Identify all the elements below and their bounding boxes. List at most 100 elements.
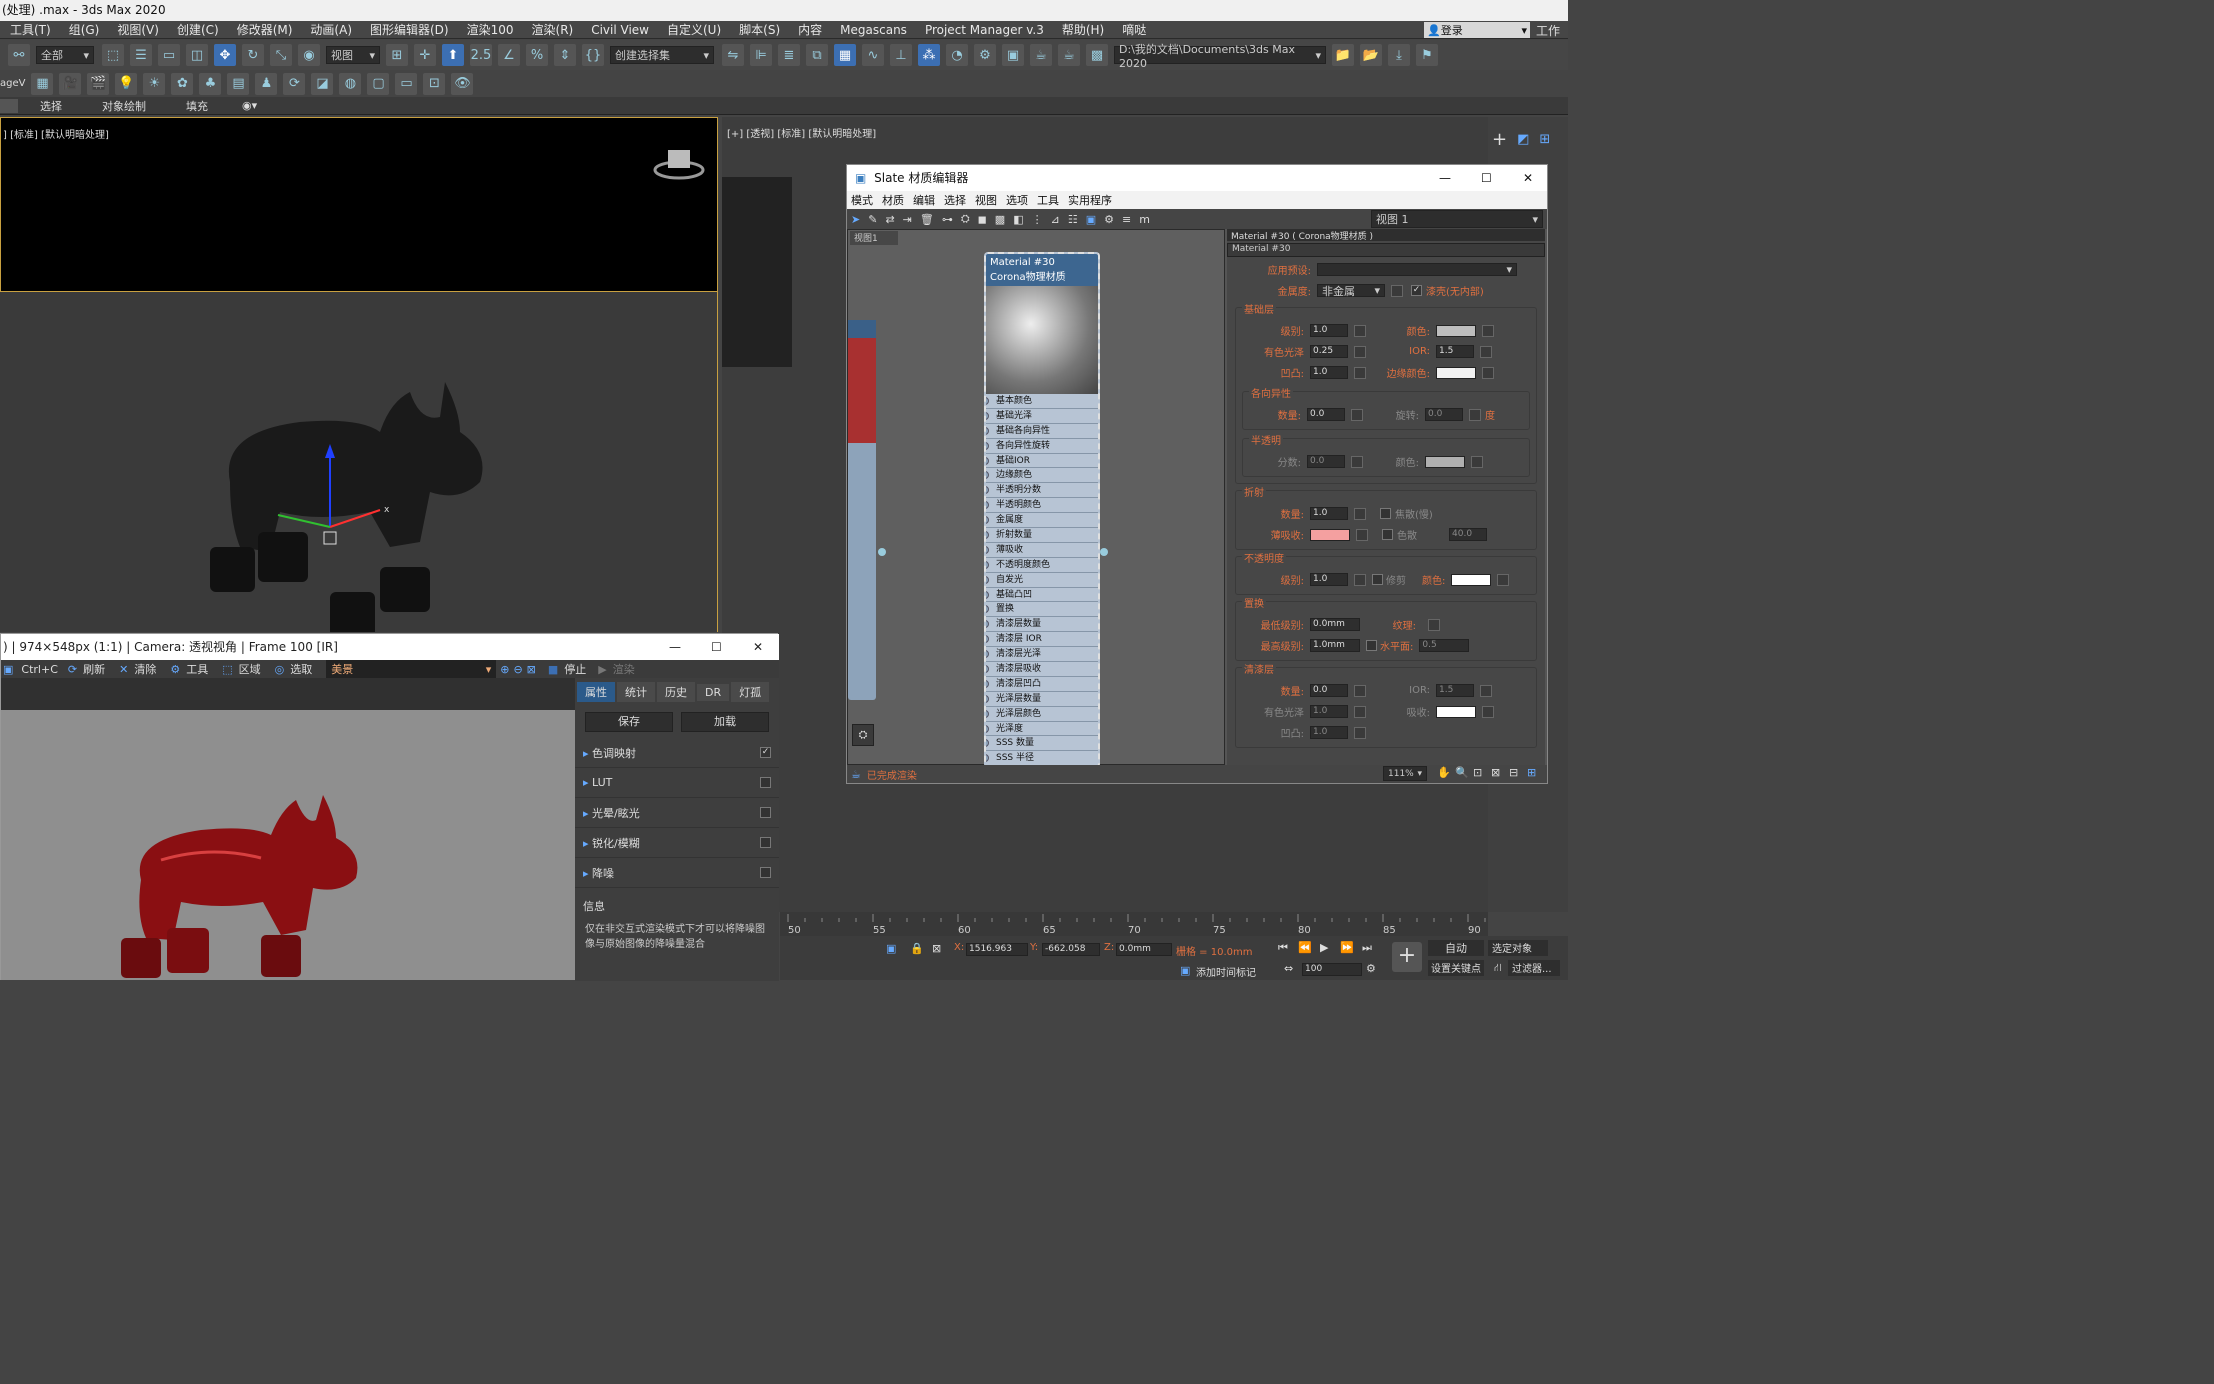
slot-input-pin[interactable] [986, 679, 989, 688]
dispersion-spinner[interactable]: 40.0 [1449, 528, 1487, 541]
menu-view[interactable]: 视图(V) [117, 21, 159, 38]
ribbon-options-icon[interactable]: ◉▾ [242, 99, 257, 112]
material-slot[interactable]: 基础光泽 [986, 409, 1098, 424]
slot-input-pin[interactable] [986, 516, 989, 525]
base-level-spinner[interactable]: 1.0 [1310, 324, 1348, 337]
render-production-icon[interactable]: ☕ [1030, 44, 1052, 66]
login-dropdown[interactable]: 👤 登录 ▾ [1424, 22, 1530, 38]
put-to-scene-icon[interactable]: ⇥ [903, 213, 912, 226]
bloom-checkbox[interactable] [760, 807, 771, 818]
navigator-icon[interactable]: ⛭ [852, 724, 874, 746]
maximize-icon[interactable]: ☐ [1481, 165, 1492, 191]
goto-start-icon[interactable]: ⏮ [1278, 941, 1288, 955]
coat-bump-map[interactable] [1354, 726, 1366, 739]
zoom-region-icon[interactable]: ⊡ [1473, 766, 1482, 779]
pan-icon[interactable]: ✋ [1437, 766, 1451, 779]
slate-menu-tools[interactable]: 工具 [1037, 192, 1059, 208]
coat-ior-spinner[interactable]: 1.5 [1436, 684, 1474, 697]
slot-input-pin[interactable] [986, 426, 989, 435]
pivot-icon[interactable]: ⊞ [386, 44, 408, 66]
material-preview[interactable] [986, 286, 1098, 394]
render-image[interactable] [1, 710, 575, 980]
slot-input-pin[interactable] [986, 531, 989, 540]
fb-stop[interactable]: 停止 [564, 661, 586, 677]
material-slot[interactable]: 清漆层凹凸 [986, 677, 1098, 692]
sun-icon[interactable]: ☀ [143, 72, 166, 95]
fb-copy[interactable]: Ctrl+C [21, 663, 57, 676]
align-icon[interactable]: ⊫ [750, 44, 772, 66]
refr-amount-spinner[interactable]: 1.0 [1310, 507, 1348, 520]
timeline-ruler[interactable]: 50 55 60 65 70 75 80 85 90 [780, 912, 1488, 936]
slate-menu-view[interactable]: 视图 [975, 192, 997, 208]
ref-coord-dropdown[interactable]: 视图 ▾ [326, 46, 380, 64]
edit-named-sel-icon[interactable]: {} [582, 44, 604, 66]
select-object-icon[interactable]: ⬚ [102, 44, 124, 66]
coat-absorb-map[interactable] [1482, 705, 1494, 718]
render-grid-icon[interactable]: ▩ [1086, 44, 1108, 66]
set-key-button[interactable]: + [1392, 942, 1422, 972]
play-icon[interactable]: ▶ [598, 663, 606, 676]
project-path-dropdown[interactable]: D:\我的文档\Documents\3ds Max 2020 ▾ [1114, 43, 1326, 70]
fb-pick[interactable]: 选取 [290, 661, 312, 677]
material-slot[interactable]: 清漆层 IOR [986, 632, 1098, 648]
material-slot[interactable]: 基本颜色 [986, 394, 1098, 409]
base-ior-map[interactable] [1480, 345, 1492, 358]
edge-color-map[interactable] [1482, 366, 1494, 379]
slate-menu-select[interactable]: 选择 [944, 192, 966, 208]
material-slot[interactable]: 自发光 [986, 573, 1098, 588]
scene-object[interactable] [722, 177, 792, 367]
stop-icon[interactable]: ■ [548, 663, 558, 676]
coat-amount-map[interactable] [1354, 684, 1366, 697]
menu-animation[interactable]: 动画(A) [310, 21, 352, 38]
ribbon-toggle-icon[interactable]: ▦ [834, 44, 856, 66]
parameter-editor-icon[interactable]: ▣ [1086, 213, 1096, 226]
base-level-map[interactable] [1354, 324, 1366, 337]
y-coord[interactable]: -662.058 [1042, 943, 1100, 956]
zoom-icon[interactable]: 🔍 [1455, 766, 1469, 779]
key-filter-icon[interactable]: ⛙ [1494, 961, 1502, 976]
menu-graph-editors[interactable]: 图形编辑器(D) [370, 21, 449, 38]
minimize-icon[interactable]: — [669, 634, 681, 660]
selection-filter-dropdown[interactable]: 全部 ▾ [36, 46, 94, 64]
link-icon[interactable]: ⚯ [8, 44, 30, 66]
slate-node-view[interactable]: 视图1 Material #30 Corona物理材质 基本颜色 基础光泽 基础各向… [847, 229, 1225, 768]
aniso-rot-spinner[interactable]: 0.0 [1425, 408, 1463, 421]
goto-end-icon[interactable]: ⏭ [1362, 941, 1372, 955]
thin-absorb-swatch[interactable] [1310, 528, 1350, 541]
ribbon-select[interactable]: 选择 [40, 98, 62, 114]
slot-input-pin[interactable] [986, 635, 989, 644]
coat-absorb-swatch[interactable] [1436, 705, 1476, 718]
copy-icon[interactable]: ▣ [3, 663, 13, 676]
base-ior-spinner[interactable]: 1.5 [1436, 345, 1474, 358]
mirror-icon[interactable]: ⇋ [722, 44, 744, 66]
menu-tools[interactable]: 工具(T) [10, 21, 51, 38]
tab-properties[interactable]: 属性 [577, 682, 615, 702]
menu-group[interactable]: 组(G) [69, 21, 100, 38]
water-level-spinner[interactable]: 0.5 [1419, 639, 1470, 652]
tree-icon[interactable]: ♣ [199, 72, 222, 95]
layer-explorer-icon[interactable]: ⧉ [806, 44, 828, 66]
menu-dida[interactable]: 嘀哒 [1122, 21, 1146, 38]
material-slot[interactable]: 光泽层颜色 [986, 707, 1098, 722]
opac-level-map[interactable] [1354, 573, 1366, 586]
viewport-top[interactable]: ] [标准] [默认明暗处理] [0, 117, 718, 292]
frame-icon[interactable]: ▢ [367, 72, 390, 95]
menu-project-manager[interactable]: Project Manager v.3 [925, 23, 1044, 37]
slot-input-pin[interactable] [986, 724, 989, 733]
select-by-name-icon[interactable]: ☰ [130, 44, 152, 66]
material-slot[interactable]: 清漆层光泽 [986, 647, 1098, 663]
slot-input-pin[interactable] [986, 590, 989, 599]
load-button[interactable]: 加载 [681, 712, 769, 732]
figure-icon[interactable]: ♟ [255, 72, 278, 95]
material-slot[interactable]: 不透明度颜色 [986, 558, 1098, 573]
layout-all-icon[interactable]: ⋮ [1032, 213, 1043, 226]
water-level-checkbox[interactable] [1366, 640, 1377, 651]
material-editor-icon[interactable]: ◔ [946, 44, 968, 66]
slot-input-pin[interactable] [986, 709, 989, 718]
slot-input-pin[interactable] [986, 397, 989, 405]
render-setup-icon[interactable]: ⚙ [974, 44, 996, 66]
slate-menu-mode[interactable]: 模式 [851, 192, 873, 208]
slate-menu-edit[interactable]: 编辑 [913, 192, 935, 208]
scene-explorer-icon[interactable]: ≣ [778, 44, 800, 66]
tab-dr[interactable]: DR [697, 683, 730, 701]
